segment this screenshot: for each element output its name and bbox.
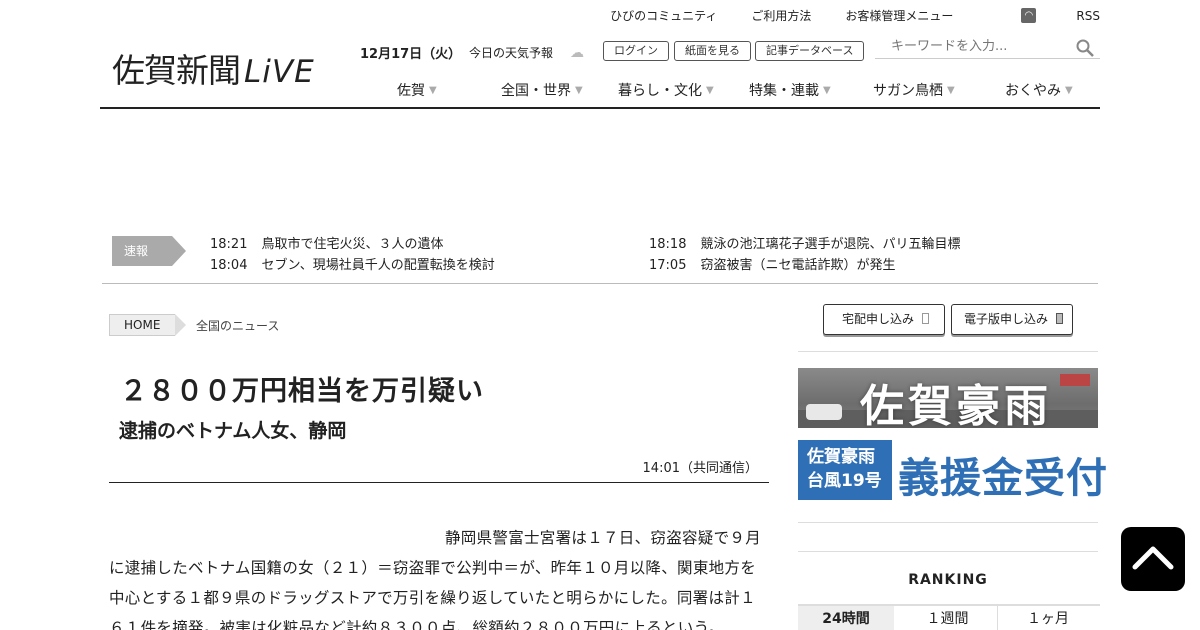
rss-link[interactable]: ◠ RSS [987,7,1100,24]
home-delivery-label: 宅配申し込み [842,312,915,326]
sidebar-divider [798,522,1098,523]
breaking-time: 18:21 [210,237,248,252]
external-link-icon [922,313,930,324]
dropdown-arrow-icon: ▼ [1065,85,1073,96]
breaking-time: 18:04 [210,258,248,273]
breaking-divider [102,283,1098,284]
article-body: 静岡県警富士宮署は１７日、窃盗容疑で９月に逮捕したベトナム国籍の女（２１）＝窃盗… [109,529,762,630]
background-car [806,404,842,420]
dropdown-arrow-icon: ▼ [947,85,955,96]
tab-1week[interactable]: １週間 [898,606,998,630]
banner-tag: 佐賀豪雨 台風19号 [798,440,892,500]
article-database-button[interactable]: 記事データベース [755,41,865,61]
digital-subscription-button[interactable]: 電子版申し込み [951,304,1073,335]
nav-label: 特集・連載 [749,83,819,99]
link-customer-menu[interactable]: お客様管理メニュー [845,7,953,24]
dropdown-arrow-icon: ▼ [706,85,714,96]
cloud-icon: ☁ [570,45,584,61]
banner-title: 佐賀豪雨 [860,381,1052,428]
rss-label: RSS [1076,8,1100,23]
article-dateline: 14:01（共同通信） [642,461,758,476]
nav-label: 佐賀 [397,83,425,99]
sidebar-divider [798,551,1098,552]
breaking-item[interactable]: 18:04 セブン、現場社員千人の配置転換を検討 [210,254,495,273]
search-input[interactable] [891,39,1081,54]
home-delivery-button[interactable]: 宅配申し込み [823,304,945,335]
search-icon[interactable] [1076,39,1094,57]
ranking-tabs: 24時間 １週間 １ヶ月 [798,604,1100,630]
dropdown-arrow-icon: ▼ [575,85,583,96]
login-button[interactable]: ログイン [603,41,669,61]
nav-label: 全国・世界 [501,83,571,99]
breaking-item[interactable]: 18:18 競泳の池江璃花子選手が退院、パリ五輪目標 [649,233,960,252]
nav-saga[interactable]: 佐賀 ▼ [397,80,437,100]
view-paper-button[interactable]: 紙面を見る [674,41,751,61]
breaking-time: 17:05 [649,258,687,273]
link-usage[interactable]: ご利用方法 [751,7,811,24]
saga-heavy-rain-banner[interactable]: 佐賀豪雨 [798,368,1098,428]
nav-label: おくやみ [1005,83,1061,99]
article-title: ２８００万円相当を万引疑い [120,376,484,407]
tab-24h[interactable]: 24時間 [798,606,894,630]
logo-main: 佐賀新聞 [112,51,241,90]
nav-divider [100,107,1100,109]
chevron-up-icon [1132,546,1174,570]
banner-title: 義援金受付 [898,454,1108,502]
sidebar-divider [798,351,1098,352]
link-community[interactable]: ひびのコミュニティ [610,7,717,24]
ranking-title: RANKING [908,572,988,588]
site-logo[interactable]: 佐賀新聞 LiVE [112,44,315,92]
article-subtitle: 逮捕のベトナム人女、静岡 [119,420,347,442]
tab-1month[interactable]: １ヶ月 [998,606,1098,630]
breaking-text: セブン、現場社員千人の配置転換を検討 [261,258,495,273]
breaking-news-label: 速報 [112,236,186,266]
breaking-text: 窃盗被害（ニセ電話詐欺）が発生 [700,258,896,273]
nav-label: 暮らし・文化 [618,83,702,99]
dropdown-arrow-icon: ▼ [429,85,437,96]
background-sign [1060,374,1090,386]
current-date: 12月17日（火） [360,47,462,62]
breaking-time: 18:18 [649,237,687,252]
title-divider [109,482,769,483]
weather-link[interactable]: 今日の天気予報 [469,44,553,61]
utility-links: ひびのコミュニティ ご利用方法 お客様管理メニュー ◠ RSS [576,7,1100,24]
nav-national-world[interactable]: 全国・世界 ▼ [501,80,583,100]
breaking-item[interactable]: 18:21 鳥取市で住宅火災、３人の遺体 [210,233,443,252]
external-link-icon [1056,313,1064,324]
nav-sagan-tosu[interactable]: サガン鳥栖 ▼ [873,80,955,100]
nav-label: サガン鳥栖 [873,83,943,99]
breaking-text: 競泳の池江璃花子選手が退院、パリ五輪目標 [700,237,961,252]
digital-subscription-label: 電子版申し込み [964,312,1049,326]
nav-obituaries[interactable]: おくやみ ▼ [1005,80,1073,100]
back-to-top-button[interactable] [1121,527,1185,591]
dropdown-arrow-icon: ▼ [823,85,831,96]
rss-icon: ◠ [1021,8,1037,23]
breadcrumb-current[interactable]: 全国のニュース [196,317,279,334]
breadcrumb-home[interactable]: HOME [109,314,186,336]
search-box [875,37,1100,59]
logo-live: LiVE [244,54,315,90]
donation-banner[interactable]: 佐賀豪雨 台風19号 義援金受付 [798,440,1107,502]
breaking-text: 鳥取市で住宅火災、３人の遺体 [261,237,444,252]
nav-features[interactable]: 特集・連載 ▼ [749,80,831,100]
breaking-item[interactable]: 17:05 窃盗被害（ニセ電話詐欺）が発生 [649,254,895,273]
nav-lifestyle-culture[interactable]: 暮らし・文化 ▼ [618,80,714,100]
